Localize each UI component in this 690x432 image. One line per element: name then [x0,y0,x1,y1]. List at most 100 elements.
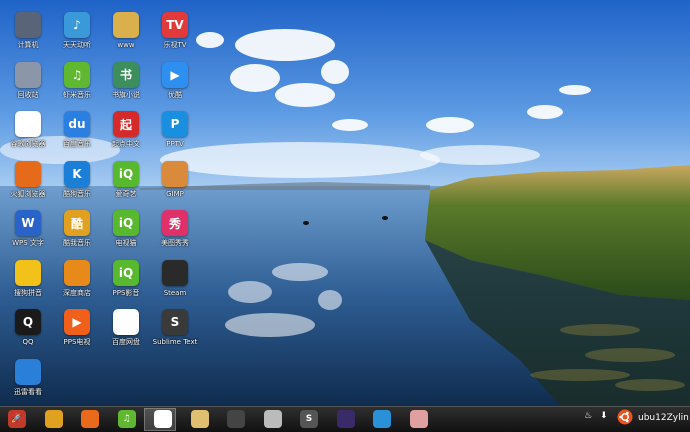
desktop-icon[interactable]: S Sublime Text [147,309,203,357]
desktop-icon-label: GIMP [166,189,184,198]
deepin-music-taskbar-icon[interactable] [373,410,391,428]
desktop-icon-label: www [117,41,135,49]
photos-taskbar-icon[interactable] [190,410,209,428]
desktop-icon-label: 起点中文 [112,140,140,148]
gimp-icon [162,160,188,187]
desktop-icon-label: 计算机 [17,41,39,49]
desktop-icon[interactable]: iQ 电视猫 [98,210,154,258]
desktop-icon[interactable]: www [98,12,154,60]
desktop-icon[interactable]: 谷歌浏览器 [0,111,56,159]
desktop-icon-label: 搜狗拼音 [14,288,42,297]
qidian-icon: 起 [113,111,139,137]
kuwo-taskbar-icon[interactable] [44,410,63,428]
desktop-icon[interactable]: 酷酷我音乐 [49,210,105,258]
desktop-icon-label: WPS 文字 [12,239,44,247]
desktop-icon-label: 回收站 [17,90,39,99]
desktop-icon-label: Sublime Text [152,338,198,346]
desktop-icon-label: 美图秀秀 [161,239,189,247]
steam-icon [162,259,188,286]
people-taskbar-icon[interactable] [409,410,428,428]
desktop-icon-label: 火狐浏览器 [10,189,46,198]
tray-ubuntu-icon[interactable] [617,409,633,428]
desktop-icon-label: 酷狗音乐 [63,189,91,198]
desktop-icon[interactable]: GIMP [147,160,203,209]
firefox-icon [15,160,41,187]
computer-icon [15,12,41,38]
kuwo-icon: 酷 [64,210,90,236]
desktop-icon-label: PPS电视 [63,338,91,346]
desktop-icon[interactable]: K 酷狗音乐 [49,160,105,209]
desktop-icon-label: 天天动听 [63,41,91,49]
desktop-icon[interactable]: TV 乐视TV [147,12,203,60]
launcher-rocket-icon[interactable]: 🚀 [8,410,26,428]
desktop-icon[interactable]: 计算机 [0,12,56,60]
store-icon [64,259,90,286]
desktop-icon[interactable]: 书书旗小说 [98,61,154,110]
desktop-icon-label: 百度网盘 [112,338,140,346]
desktop-icon-label: 乐视TV [163,41,187,49]
youku-icon: ▶ [162,61,188,88]
desktop-icon[interactable]: W WPS 文字 [0,210,56,258]
desktop-icon[interactable]: 搜狗拼音 [0,259,56,308]
desktop-icon-label: Steam [163,288,187,297]
sublime-taskbar-icon[interactable]: S [300,410,318,428]
desktop-icon-label: PPS影音 [112,288,140,297]
desktop-icon-label: 迅雷看看 [14,387,42,396]
pps-icon: iQ [113,259,139,286]
chrome-icon [15,111,41,137]
baidu-music-icon: du [64,111,90,137]
desktop-icon-label: 优酷 [168,90,182,99]
desktop-icon-label: 电视猫 [115,239,137,247]
desktop-icon[interactable]: 深度商店 [49,259,105,308]
desktop-icon-label: 爱奇艺 [115,189,137,198]
pptv-icon: P [162,111,188,137]
username-label[interactable]: ubu12Zylin [638,413,689,423]
xiami-icon: ♫ [64,61,90,88]
desktop-icon[interactable]: 火狐浏览器 [0,160,56,209]
desktop-icon[interactable]: 起起点中文 [98,111,154,159]
wps-icon: W [15,210,41,236]
desktop-icon[interactable]: ♪ 天天动听 [49,12,105,60]
desktop-icon[interactable]: iQ 爱奇艺 [98,160,154,209]
desktop-icon[interactable]: 百度网盘 [98,309,154,357]
folder-icon [113,12,139,38]
desktop-icon[interactable]: Steam [147,259,203,308]
desktop-icon[interactable]: 秀美图秀秀 [147,210,203,258]
xunlei-icon [15,358,41,385]
tray-notification-icon[interactable]: ♨ [584,411,592,421]
desktop-icon[interactable]: ▶ 优酷 [147,61,203,110]
xiami-taskbar-icon[interactable]: ♫ [117,410,136,428]
desktop-icon-grid: 计算机 ♪ 天天动听 www TV 乐视TV 回收站 ♫ 虾米音乐书书旗小说 ▶ 优酷 谷歌浏览器 du… [0,0,690,406]
desktop-icon-label: 虾米音乐 [63,90,91,99]
desktop-icon[interactable]: iQ PPS影音 [98,259,154,308]
settings-taskbar-icon[interactable] [263,410,282,428]
taskbar: ♨ ⬇ ubu12Zylin 🚀 ♫ S [0,406,690,432]
sublime-icon: S [162,309,188,335]
trash-icon [15,61,41,88]
media-player-taskbar-icon[interactable] [336,410,355,428]
desktop-icon[interactable]: 回收站 [0,61,56,110]
desktop-icon[interactable]: ▶ PPS电视 [49,309,105,357]
desktop-icon[interactable]: du 百度音乐 [49,111,105,159]
store-taskbar-icon[interactable] [81,410,99,428]
tv-cat-icon: iQ [113,210,139,236]
desktop-icon-label: 深度商店 [63,288,91,297]
desktop-icon-label: PPTV [166,140,184,148]
qq-icon: Q [15,309,41,335]
terminal-taskbar-icon[interactable] [227,410,245,428]
desktop-icon[interactable]: 迅雷看看 [0,358,56,407]
desktop-icon-label: 谷歌浏览器 [10,140,46,148]
desktop-icon[interactable]: ♫ 虾米音乐 [49,61,105,110]
tray-download-icon[interactable]: ⬇ [600,411,608,421]
baidu-pan-icon [113,309,139,335]
pps-tv-icon: ▶ [64,309,90,335]
desktop-icon[interactable]: Q QQ [0,309,56,357]
smiley-icon [15,259,41,286]
meitu-icon: 秀 [162,210,188,236]
book-icon: 书 [113,61,139,88]
desktop-icon[interactable]: P PPTV [147,111,203,159]
kugou-icon: K [64,160,90,187]
chrome-taskbar-icon[interactable] [154,410,172,428]
desktop-icon-label: QQ [22,338,34,346]
desktop-icon-label: 书旗小说 [112,90,140,99]
